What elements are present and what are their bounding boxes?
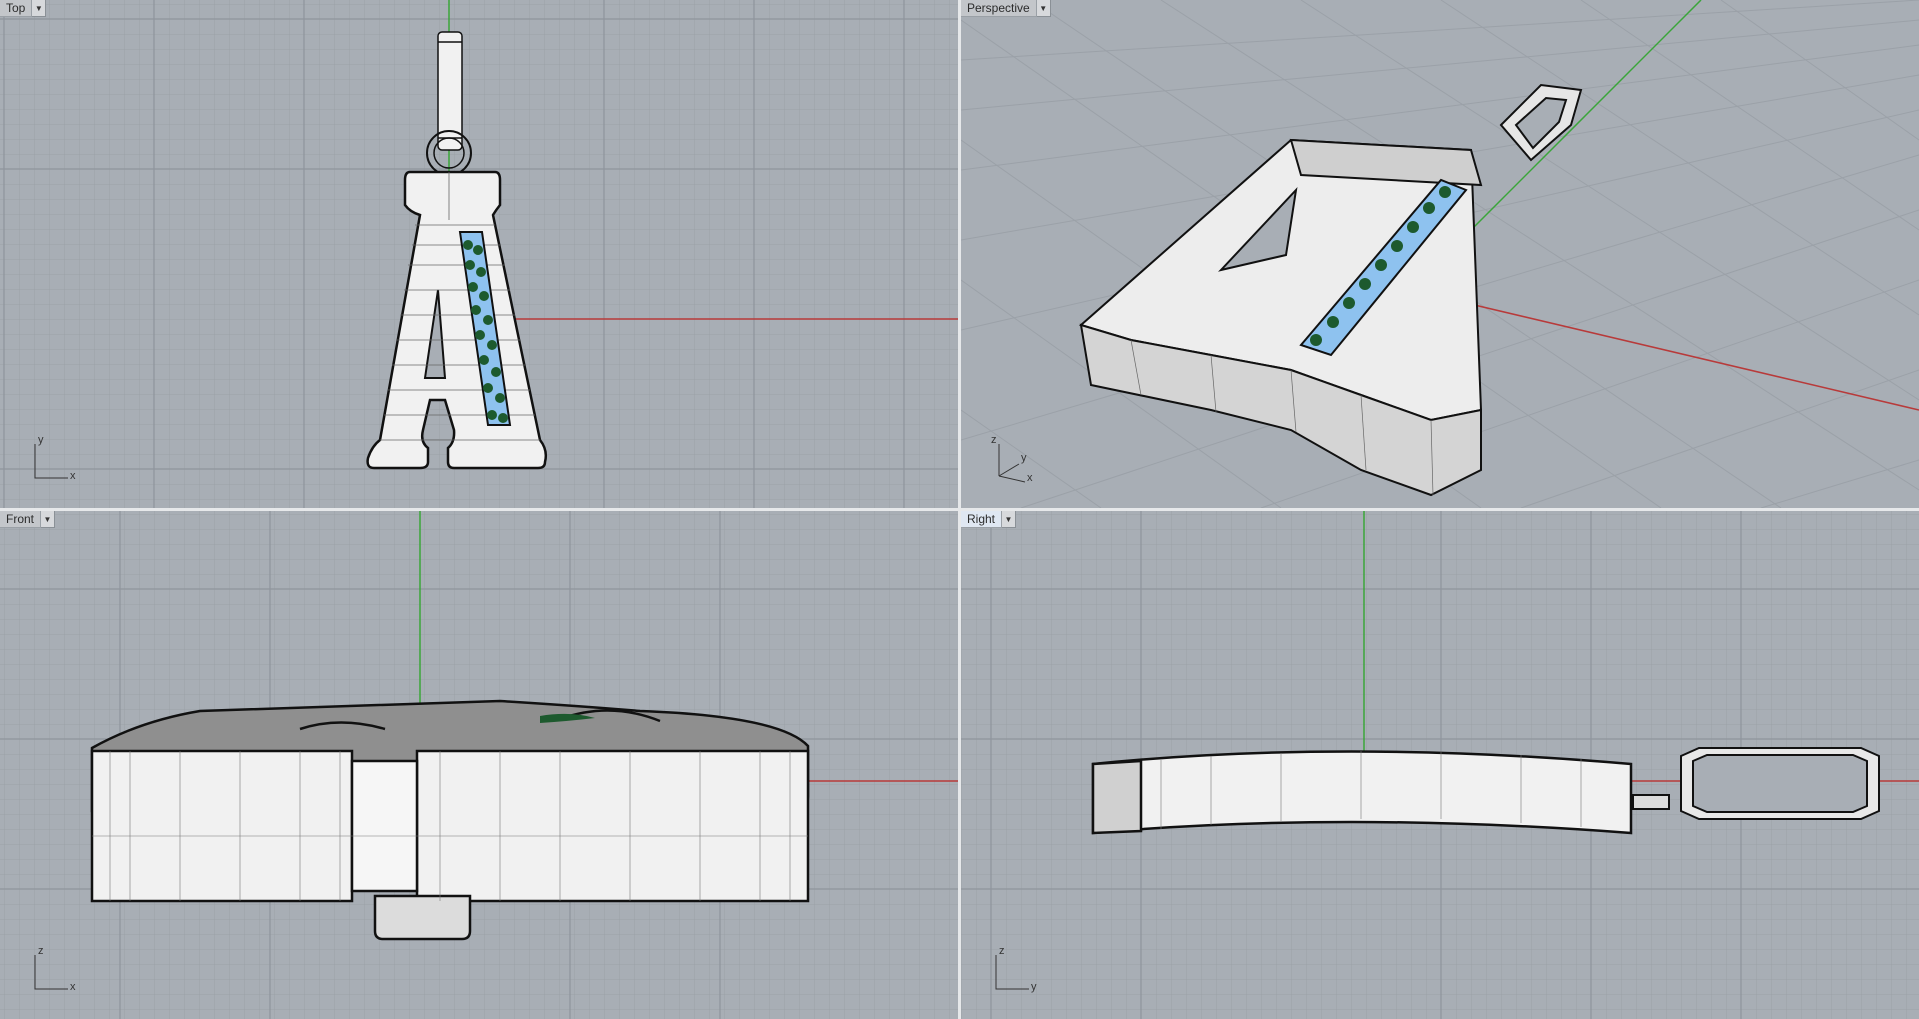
- axis-indicator-icon: z y x: [991, 434, 1051, 486]
- chevron-down-icon[interactable]: ▼: [1036, 0, 1051, 17]
- viewport-front-title[interactable]: Front ▼: [0, 511, 56, 528]
- viewport-front-canvas: [0, 511, 958, 1019]
- axis-indicator-icon: y x: [30, 434, 90, 486]
- viewport-perspective-title[interactable]: Perspective ▼: [961, 0, 1051, 17]
- axis-h-label: x: [70, 470, 76, 482]
- letter-a-side: [1091, 750, 1633, 835]
- viewport-top[interactable]: Top ▼ y x: [0, 0, 958, 508]
- viewport-right[interactable]: Right ▼ z y: [961, 511, 1919, 1019]
- viewport-top-title[interactable]: Top ▼: [0, 0, 47, 17]
- viewport-title-label[interactable]: Perspective: [961, 0, 1037, 17]
- axis-v-label: z: [999, 945, 1005, 957]
- viewport-divider-vertical[interactable]: [958, 0, 961, 1019]
- axis-v-label: y: [38, 434, 44, 446]
- chevron-down-icon[interactable]: ▼: [32, 0, 47, 17]
- axis-h-label: y: [1031, 981, 1037, 993]
- axis-indicator-icon: z x: [30, 945, 90, 997]
- chevron-down-icon[interactable]: ▼: [41, 511, 56, 528]
- viewport-title-label[interactable]: Front: [0, 511, 42, 528]
- viewport-right-canvas: [961, 511, 1919, 1019]
- viewport-title-label[interactable]: Top: [0, 0, 33, 17]
- viewport-right-title[interactable]: Right ▼: [961, 511, 1017, 528]
- axis-x-label: x: [1027, 472, 1033, 484]
- viewport-title-label[interactable]: Right: [961, 511, 1003, 528]
- viewport-front[interactable]: Front ▼ z x: [0, 511, 958, 1019]
- axis-indicator-icon: z y: [991, 945, 1051, 997]
- viewport-perspective-canvas: [961, 0, 1919, 508]
- chevron-down-icon[interactable]: ▼: [1002, 511, 1017, 528]
- axis-h-label: x: [70, 981, 76, 993]
- viewport-perspective[interactable]: Perspective ▼ z y x: [961, 0, 1919, 508]
- axis-y-label: y: [1021, 452, 1027, 464]
- viewport-top-canvas: [0, 0, 958, 508]
- axis-v-label: z: [38, 945, 44, 957]
- axis-z-label: z: [991, 434, 997, 446]
